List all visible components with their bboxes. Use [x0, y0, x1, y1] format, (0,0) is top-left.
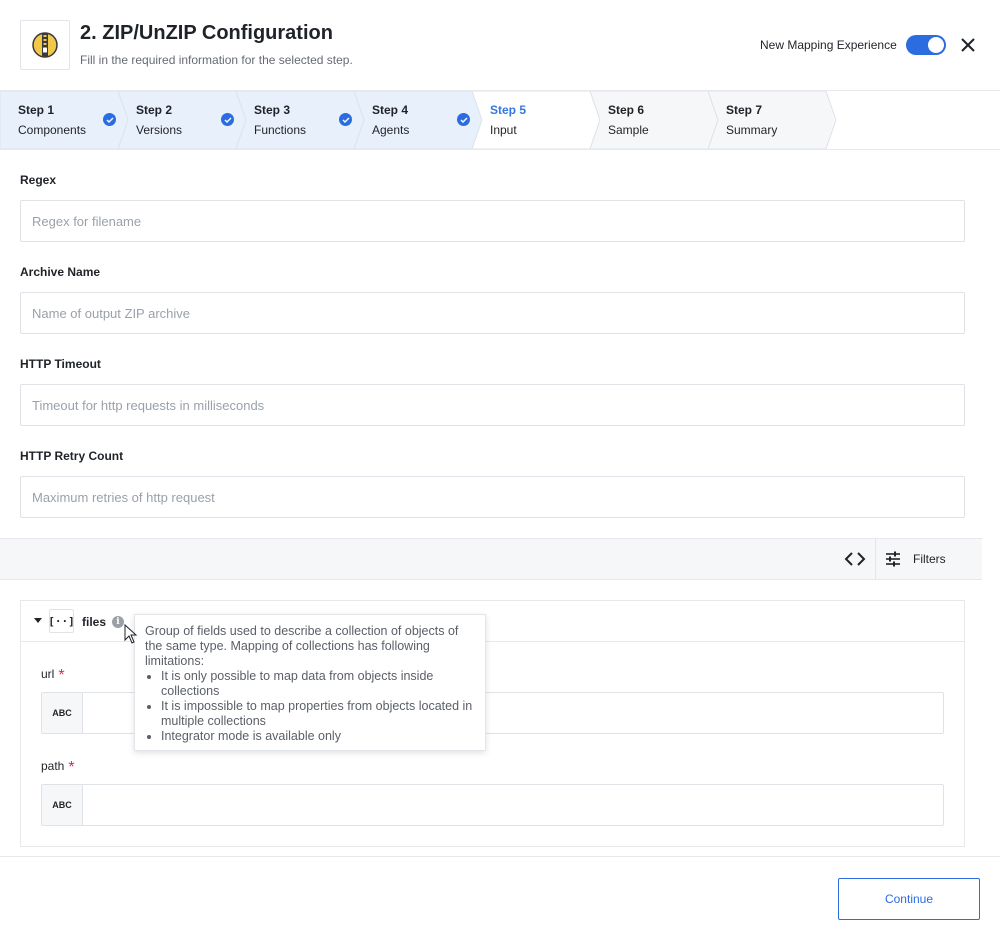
step-number: Step 6 [608, 103, 645, 117]
step-label: Sample [608, 123, 649, 137]
continue-button[interactable]: Continue [838, 878, 980, 920]
sliders-icon [886, 551, 900, 567]
step-4[interactable]: Step 4 Agents [354, 91, 482, 149]
header: 2. ZIP/UnZIP Configuration Fill in the r… [0, 0, 1000, 91]
regex-label: Regex [20, 173, 57, 187]
step-label: Versions [136, 123, 183, 137]
check-icon [339, 113, 352, 126]
http-retry-count-label: HTTP Retry Count [20, 449, 124, 463]
new-mapping-toggle-label: New Mapping Experience [760, 38, 897, 52]
mapping-toolbar: Filters [0, 538, 982, 580]
step-5[interactable]: Step 5 Input [472, 91, 600, 149]
string-type-badge: ABC [42, 693, 83, 733]
step-1[interactable]: Step 1 Components [0, 91, 128, 149]
close-icon [961, 38, 975, 52]
step-label: Agents [372, 123, 410, 137]
url-label-text: url [41, 667, 55, 681]
mouse-pointer-icon [124, 624, 138, 644]
path-input[interactable]: ABC [41, 784, 944, 826]
regex-input[interactable] [20, 200, 965, 242]
step-2[interactable]: Step 2 Versions [118, 91, 246, 149]
check-icon [221, 113, 234, 126]
filters-button[interactable]: Filters [884, 549, 946, 569]
http-timeout-label: HTTP Timeout [20, 357, 101, 371]
stepper: Step 1 Components Step 2 Versions Step 3… [0, 91, 1000, 150]
step-7-background [708, 91, 836, 149]
archive-name-input[interactable] [20, 292, 965, 334]
step-3[interactable]: Step 3 Functions [236, 91, 364, 149]
tooltip-intro: Group of fields used to describe a colle… [145, 624, 459, 668]
files-label: files [82, 615, 107, 629]
step-number: Step 2 [136, 103, 173, 117]
step-label: Input [490, 123, 517, 137]
url-field-label: url * [41, 665, 65, 684]
page-title: 2. ZIP/UnZIP Configuration [80, 22, 333, 44]
required-asterisk: * [58, 667, 65, 684]
code-brackets-icon [844, 552, 866, 566]
http-retry-count-input[interactable] [20, 476, 965, 518]
step-number: Step 7 [726, 103, 763, 117]
step-5-background [472, 91, 600, 149]
check-icon [457, 113, 470, 126]
tooltip-item: Integrator mode is available only [161, 729, 475, 744]
step-6[interactable]: Step 6 Sample [590, 91, 718, 149]
http-timeout-input[interactable] [20, 384, 965, 426]
tooltip-item: It is only possible to map data from obj… [161, 669, 475, 699]
check-icon [103, 113, 116, 126]
collection-info-tooltip: Group of fields used to describe a colle… [134, 614, 486, 751]
filters-label: Filters [913, 552, 946, 566]
step-number: Step 1 [18, 103, 55, 117]
array-type-icon: [··] [48, 609, 75, 633]
new-mapping-toggle[interactable] [906, 35, 946, 55]
step-label: Summary [726, 123, 778, 137]
step-number: Step 3 [254, 103, 291, 117]
info-icon[interactable]: i [112, 616, 124, 628]
toolbar-divider [875, 539, 876, 579]
zip-file-icon [20, 20, 70, 70]
step-label: Components [18, 123, 87, 137]
toggle-knob [928, 37, 944, 53]
archive-name-label: Archive Name [20, 265, 101, 279]
collapse-caret-icon[interactable] [34, 618, 42, 623]
footer: Continue [0, 856, 1000, 939]
step-number: Step 4 [372, 103, 409, 117]
required-asterisk: * [68, 759, 75, 776]
tooltip-item: It is impossible to map properties from … [161, 699, 475, 729]
path-label-text: path [41, 759, 65, 773]
page-subtitle: Fill in the required information for the… [80, 53, 353, 67]
tooltip-limitations-list: It is only possible to map data from obj… [161, 669, 475, 744]
close-button[interactable] [958, 35, 978, 55]
string-type-badge: ABC [42, 785, 83, 825]
path-field-label: path * [41, 757, 75, 776]
step-number: Step 5 [490, 103, 527, 117]
step-7[interactable]: Step 7 Summary [708, 91, 836, 149]
code-view-button[interactable] [842, 549, 868, 569]
step-6-background [590, 91, 718, 149]
step-label: Functions [254, 123, 307, 137]
